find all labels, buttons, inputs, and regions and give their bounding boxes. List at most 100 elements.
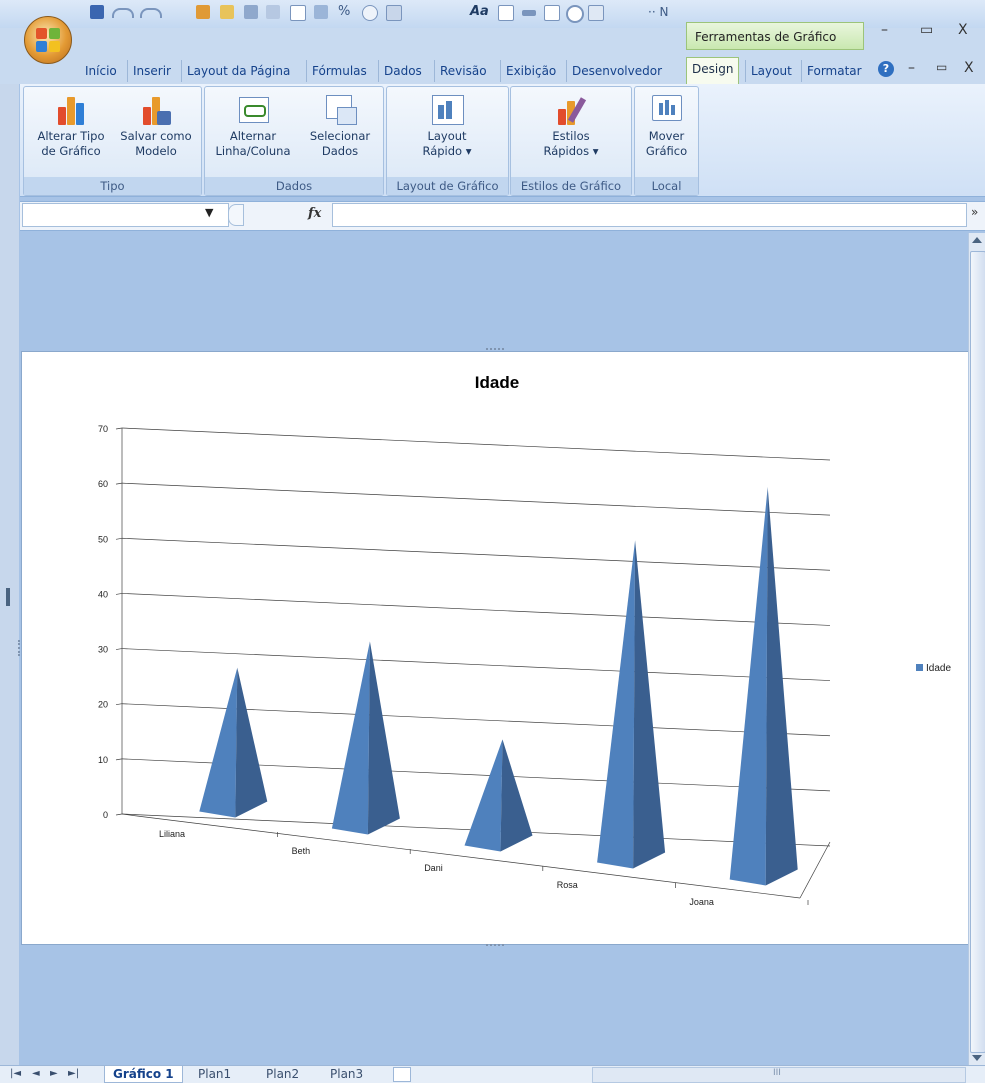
- gridline: [121, 482, 831, 516]
- tab-formatar[interactable]: Formatar: [801, 60, 867, 82]
- next-sheet-nav[interactable]: ►: [50, 1066, 58, 1082]
- scroll-down-arrow[interactable]: [972, 1055, 982, 1061]
- select-data-icon: [323, 93, 357, 127]
- tab-inicio[interactable]: Início: [80, 60, 122, 82]
- chart-resize-handle-top[interactable]: [486, 348, 504, 353]
- chart-resize-handle-left[interactable]: [18, 640, 23, 656]
- change-chart-type-button[interactable]: Alterar Tipo de Gráfico: [28, 93, 114, 159]
- tab-desenvolvedor[interactable]: Desenvolvedor: [566, 60, 667, 82]
- y-tick-label: 30: [98, 645, 108, 655]
- save-template-button[interactable]: Salvar como Modelo: [114, 93, 198, 159]
- minimize-button[interactable]: –: [881, 22, 888, 38]
- button-control-icon[interactable]: [522, 10, 536, 16]
- text-format-icon[interactable]: [266, 5, 280, 19]
- pyramid-side-face: [367, 641, 400, 835]
- close-button[interactable]: X: [958, 22, 968, 38]
- fx-button[interactable]: fx: [308, 206, 321, 221]
- group-dados: Alternar Linha/Coluna Selecionar Dados D…: [204, 86, 384, 196]
- workbook-close-button[interactable]: X: [964, 60, 974, 76]
- group-estilos-grafico-label: Estilos de Gráfico: [511, 177, 631, 195]
- chart-area[interactable]: Idade 0 10 20 30 40 50 60 70 Liliana Beth Dani Ros…: [21, 351, 970, 945]
- pyramid-front-face: [729, 487, 768, 886]
- scroll-thumb[interactable]: [970, 251, 985, 1053]
- horizontal-scrollbar[interactable]: III: [592, 1067, 966, 1083]
- tab-dados[interactable]: Dados: [378, 60, 427, 82]
- tab-layout[interactable]: Layout: [745, 60, 797, 82]
- workbook-restore-button[interactable]: ▭: [936, 60, 947, 74]
- y-tick-mark: [115, 593, 123, 595]
- title-truncated: ·· N: [648, 5, 669, 19]
- first-sheet-nav[interactable]: |◄: [10, 1066, 21, 1082]
- new-page-icon[interactable]: [290, 5, 306, 21]
- form-icon[interactable]: [386, 5, 402, 21]
- column-chart-icon[interactable]: [244, 5, 258, 19]
- merge-cells-icon[interactable]: [314, 5, 328, 19]
- tab-formulas[interactable]: Fórmulas: [306, 60, 372, 82]
- left-border: [0, 84, 19, 1065]
- save-icon[interactable]: [90, 5, 104, 19]
- office-button[interactable]: [24, 16, 72, 64]
- sheet-tab-plan2[interactable]: Plan2: [266, 1066, 299, 1082]
- y-tick-mark: [115, 427, 123, 430]
- insert-chart-icon[interactable]: [196, 5, 210, 19]
- name-box[interactable]: [22, 203, 229, 227]
- group-estilos-grafico: Estilos Rápidos ▾ Estilos de Gráfico: [510, 86, 632, 196]
- pyramid-front-face: [199, 667, 238, 818]
- group-layout-grafico-label: Layout de Gráfico: [387, 177, 508, 195]
- x-tick-label: Dani: [424, 863, 443, 873]
- gridline: [121, 537, 831, 571]
- checkbox-icon[interactable]: [544, 5, 560, 21]
- radio-button-icon[interactable]: [566, 5, 584, 23]
- circle-icon[interactable]: [362, 5, 378, 21]
- quick-styles-button[interactable]: Estilos Rápidos ▾: [529, 93, 613, 159]
- insert-sheet-icon[interactable]: [393, 1067, 411, 1082]
- scroll-up-arrow[interactable]: [972, 237, 982, 243]
- quick-layout-button[interactable]: Layout Rápido ▾: [405, 93, 489, 159]
- chart-svg: Idade 0 10 20 30 40 50 60 70 Liliana Beth Dani Ros…: [98, 373, 951, 907]
- change-chart-type-icon: [54, 93, 88, 127]
- sheet-tab-grafico-1[interactable]: Gráfico 1: [104, 1066, 183, 1083]
- vertical-scrollbar[interactable]: [968, 233, 985, 1065]
- tab-exibicao[interactable]: Exibição: [500, 60, 561, 82]
- y-tick-mark: [115, 813, 123, 816]
- formula-expand-handle[interactable]: [228, 204, 244, 226]
- quick-layout-line1: Layout: [427, 129, 467, 143]
- last-sheet-nav[interactable]: ►|: [68, 1066, 79, 1082]
- gridline: [121, 593, 831, 626]
- tab-revisao[interactable]: Revisão: [434, 60, 492, 82]
- sheet-tab-plan3[interactable]: Plan3: [330, 1066, 363, 1082]
- percent-icon[interactable]: %: [338, 5, 352, 19]
- formula-bar-expand-icon[interactable]: »: [971, 205, 978, 219]
- tab-design[interactable]: Design: [686, 57, 740, 84]
- tab-inserir[interactable]: Inserir: [127, 60, 176, 82]
- maximize-button[interactable]: ▭: [920, 22, 933, 38]
- y-tick-label: 70: [98, 424, 108, 434]
- chart-resize-handle-bottom[interactable]: [486, 944, 504, 949]
- undo-icon[interactable]: [112, 8, 134, 18]
- y-tick-mark: [115, 703, 123, 706]
- x-tick-label: Joana: [689, 897, 714, 907]
- workbook-minimize-button[interactable]: –: [908, 60, 915, 76]
- name-box-dropdown-icon[interactable]: ▼: [205, 206, 213, 219]
- select-data-button[interactable]: Selecionar Dados: [299, 93, 381, 159]
- open-folder-icon[interactable]: [220, 5, 234, 19]
- left-marker: [6, 588, 10, 606]
- legend-label: Idade: [926, 663, 951, 674]
- help-icon[interactable]: ?: [878, 61, 894, 77]
- tab-layout-pagina[interactable]: Layout da Página: [181, 60, 295, 82]
- font-style-icon[interactable]: Aa: [470, 5, 489, 19]
- y-tick-mark: [115, 482, 123, 485]
- legend-swatch: [916, 664, 923, 671]
- switch-row-column-button[interactable]: Alternar Linha/Coluna: [207, 93, 299, 159]
- textbox-icon[interactable]: [498, 5, 514, 21]
- formula-input[interactable]: [332, 203, 967, 227]
- y-tick-label: 0: [103, 810, 108, 820]
- sheet-tab-plan1[interactable]: Plan1: [198, 1066, 231, 1082]
- redo-icon[interactable]: [140, 8, 162, 18]
- switch-row-column-line2: Linha/Coluna: [215, 144, 291, 158]
- list-box-icon[interactable]: [588, 5, 604, 21]
- chart-tools-label: Ferramentas de Gráfico: [686, 22, 864, 50]
- group-tipo: Alterar Tipo de Gráfico Salvar como Mode…: [23, 86, 202, 196]
- move-chart-button[interactable]: Mover Gráfico: [637, 93, 696, 159]
- prev-sheet-nav[interactable]: ◄: [32, 1066, 40, 1082]
